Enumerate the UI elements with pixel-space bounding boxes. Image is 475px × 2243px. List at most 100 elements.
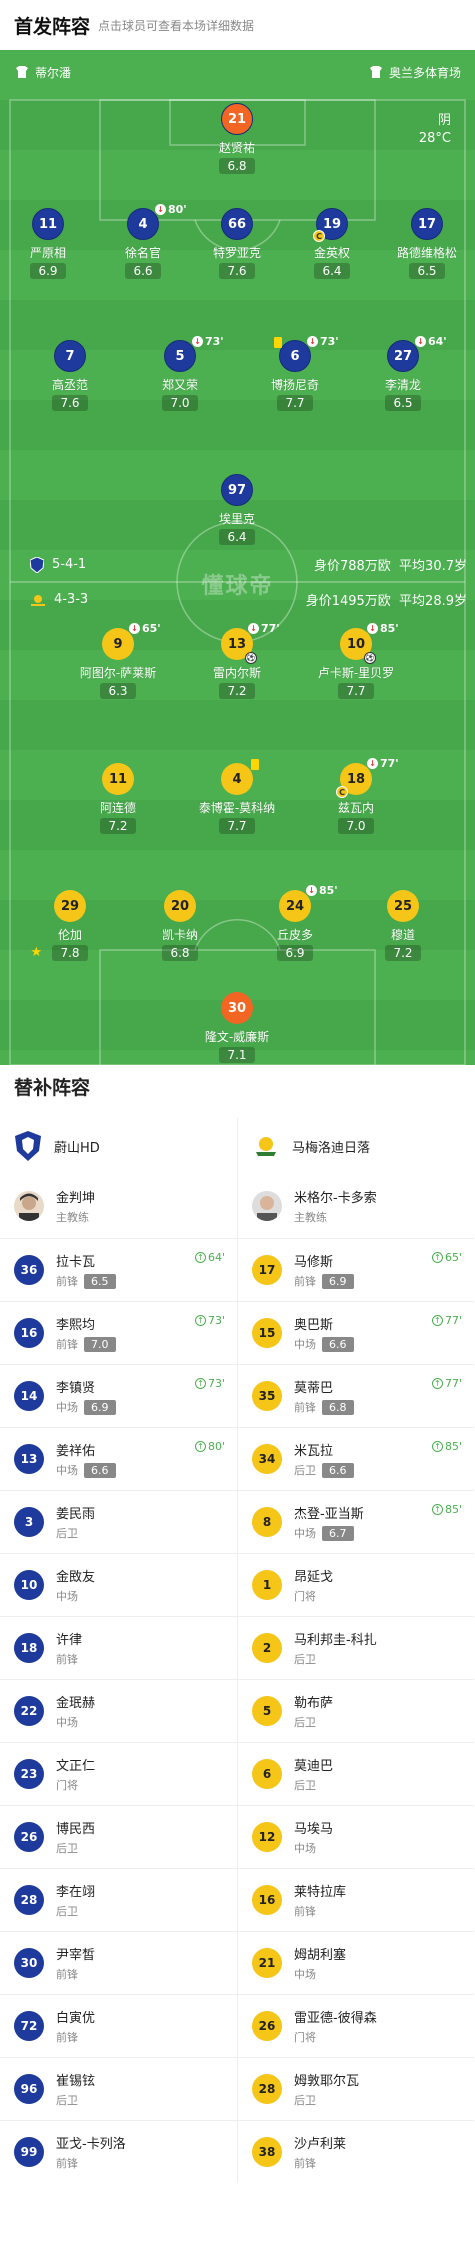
sub-off-indicator: ↓ 85' <box>306 884 338 897</box>
sub-on-time: 73' <box>207 1377 225 1390</box>
bench-player-row[interactable]: 16 李熙均 前锋 7.0 ↑ 73' <box>0 1301 237 1364</box>
player-number: 4 <box>138 216 148 232</box>
bench-player-row[interactable]: 38 沙卢利莱 前锋 <box>238 2120 474 2183</box>
bench-player-row[interactable]: 6 莫迪巴 后卫 <box>238 1742 474 1805</box>
away-player-10[interactable]: 10 ⚽ ↓ 85' 卢卡斯-里贝罗 7.7 <box>296 622 416 699</box>
player-number: 3 <box>14 1507 44 1537</box>
bench-player-row[interactable]: 17 马修斯 前锋 6.9 ↑ 65' <box>238 1238 474 1301</box>
player-position: 后卫 <box>56 2094 78 2107</box>
home-crest-icon <box>14 1131 42 1161</box>
pitch: 蒂尔潘 奥兰多体育场 阴 28°C 21 赵贤祐 6.8 11 严原相 6.9 … <box>0 50 475 1065</box>
player-number: 17 <box>252 1255 282 1285</box>
bench-player-row[interactable]: 30 尹宰皙 前锋 <box>0 1931 237 1994</box>
bench-player-row[interactable]: 36 拉卡瓦 前锋 6.5 ↑ 64' <box>0 1238 237 1301</box>
away-player-9[interactable]: 9 ↓ 65' 阿图尔-萨莱斯 6.3 <box>58 622 178 699</box>
player-position-row: 后卫 <box>56 1525 95 1541</box>
player-position: 前锋 <box>294 2157 316 2170</box>
sub-off-icon: ↓ <box>307 336 318 347</box>
away-player-30[interactable]: 30 隆文-威廉斯 7.1 <box>177 992 297 1063</box>
player-position: 后卫 <box>294 1716 316 1729</box>
away-coach-row[interactable]: 米格尔-卡多索 主教练 <box>238 1174 474 1238</box>
sub-on-time: 65' <box>444 1251 462 1264</box>
home-player-97[interactable]: 97 埃里克 6.4 <box>177 474 297 545</box>
bench-player-row[interactable]: 12 马埃马 中场 <box>238 1805 474 1868</box>
bench-player-row[interactable]: 35 莫蒂巴 前锋 6.8 ↑ 77' <box>238 1364 474 1427</box>
bench-player-row[interactable]: 8 杰登-亚当斯 中场 6.7 ↑ 85' <box>238 1490 474 1553</box>
home-player-17[interactable]: 17 路德维格松 6.5 <box>367 208 475 279</box>
bench-player-row[interactable]: 5 勒布萨 后卫 <box>238 1679 474 1742</box>
bench-player-row[interactable]: 3 姜民雨 后卫 <box>0 1490 237 1553</box>
sub-on-indicator: ↑ 65' <box>431 1251 462 1264</box>
bench-player-row[interactable]: 2 马利邦圭-科扎 后卫 <box>238 1616 474 1679</box>
player-name: 拉卡瓦 <box>56 1255 96 1270</box>
sub-on-icon: ↑ <box>194 1441 206 1452</box>
bench-player-row[interactable]: 72 白寅优 前锋 <box>0 1994 237 2057</box>
player-position: 前锋 <box>56 2031 78 2044</box>
bench-player-row[interactable]: 14 李镇贤 中场 6.9 ↑ 73' <box>0 1364 237 1427</box>
player-name: 莫迪巴 <box>294 1759 334 1774</box>
away-player-11[interactable]: 11 阿连德 7.2 <box>58 763 178 834</box>
bench-player-row[interactable]: 16 莱特拉库 前锋 <box>238 1868 474 1931</box>
player-rating: 6.9 <box>277 945 313 961</box>
bench-player-row[interactable]: 21 姆胡利塞 中场 <box>238 1931 474 1994</box>
home-player-6[interactable]: 6 ↓ 73' 博扬尼奇 7.7 <box>235 335 355 411</box>
bench-player-row[interactable]: 26 雷亚德-彼得森 门将 <box>238 1994 474 2057</box>
bench-player-row[interactable]: 96 崔锡铉 后卫 <box>0 2057 237 2120</box>
away-club-name: 马梅洛迪日落 <box>292 1140 371 1156</box>
away-team[interactable]: 奥兰多体育场 <box>368 64 461 81</box>
player-number: 11 <box>108 771 128 787</box>
player-name: 金珉赫 <box>56 1696 96 1711</box>
away-player-13[interactable]: 13 ⚽ ↓ 77' 雷内尔斯 7.2 <box>177 622 297 699</box>
home-team[interactable]: 蒂尔潘 <box>14 64 71 81</box>
player-rating: 6.8 <box>162 945 198 961</box>
away-player-25[interactable]: 25 穆道 7.2 <box>343 890 463 961</box>
bench-player-row[interactable]: 13 姜祥佑 中场 6.6 ↑ 80' <box>0 1427 237 1490</box>
bench-player-row[interactable]: 22 金珉赫 中场 <box>0 1679 237 1742</box>
away-player-24[interactable]: 24 ↓ 85' 丘皮多 6.9 <box>235 884 355 961</box>
home-club-row[interactable]: 蔚山HD <box>0 1118 237 1174</box>
bench-player-row[interactable]: 1 昂延戈 门将 <box>238 1553 474 1616</box>
sub-on-indicator: ↑ 85' <box>431 1503 462 1516</box>
player-position-row: 前锋 <box>56 1651 82 1667</box>
player-rating: 6.8 <box>219 158 255 174</box>
bench-player-row[interactable]: 28 李在翊 后卫 <box>0 1868 237 1931</box>
home-player-21[interactable]: 21 赵贤祐 6.8 <box>177 103 297 174</box>
away-avg-age: 平均28.9岁 <box>399 594 467 609</box>
player-rating: 7.7 <box>277 395 313 411</box>
player-position-row: 中场 <box>294 1966 346 1982</box>
team-row: 蒂尔潘 奥兰多体育场 <box>14 62 461 82</box>
subs-title: 替补阵容 <box>14 1077 91 1099</box>
player-number: 99 <box>14 2137 44 2167</box>
away-team-name: 奥兰多体育场 <box>388 65 461 80</box>
player-name: 丘皮多 <box>276 928 313 942</box>
sub-on-indicator: ↑ 85' <box>431 1440 462 1453</box>
bench-player-row[interactable]: 28 姆敦耶尔瓦 后卫 <box>238 2057 474 2120</box>
away-player-20[interactable]: 20 凯卡纳 6.8 <box>120 890 240 961</box>
player-position-row: 门将 <box>294 1588 333 1604</box>
away-player-4[interactable]: 4 泰博霍-莫科纳 7.7 <box>177 759 297 834</box>
home-player-27[interactable]: 27 ↓ 64' 李清龙 6.5 <box>343 335 463 411</box>
sub-off-icon: ↓ <box>306 885 317 896</box>
player-rating: 6.7 <box>322 1525 354 1541</box>
lineup-page: 首发阵容 点击球员可查看本场详细数据 蒂尔潘 奥兰多体育场 阴 28°C 21 … <box>0 0 475 2243</box>
away-club-row[interactable]: 马梅洛迪日落 <box>238 1118 474 1174</box>
player-position: 后卫 <box>294 2094 316 2107</box>
weather-condition: 阴 <box>437 113 451 128</box>
player-rating: 7.2 <box>219 683 255 699</box>
player-name: 许律 <box>56 1633 83 1648</box>
home-coach-row[interactable]: 金判坤 主教练 <box>0 1174 237 1238</box>
away-player-18[interactable]: 18 C ↓ 77' 兹瓦内 7.0 <box>296 757 416 834</box>
away-player-29[interactable]: 29 伦加 ★ 7.8 <box>10 890 130 961</box>
home-player-7[interactable]: 7 高丞范 7.6 <box>10 340 130 411</box>
bench-player-row[interactable]: 18 许律 前锋 <box>0 1616 237 1679</box>
bench-player-row[interactable]: 23 文正仁 门将 <box>0 1742 237 1805</box>
bench-player-row[interactable]: 10 金敃友 中场 <box>0 1553 237 1616</box>
player-position: 前锋 <box>294 1905 316 1918</box>
bench-player-row[interactable]: 15 奥巴斯 中场 6.6 ↑ 77' <box>238 1301 474 1364</box>
bench-player-row[interactable]: 99 亚戈-卡列洛 前锋 <box>0 2120 237 2183</box>
player-name: 勒布萨 <box>294 1696 334 1711</box>
captain-icon: C <box>336 786 348 798</box>
bench-player-row[interactable]: 26 博民西 后卫 <box>0 1805 237 1868</box>
bench-player-row[interactable]: 34 米瓦拉 后卫 6.6 ↑ 85' <box>238 1427 474 1490</box>
home-player-5[interactable]: 5 ↓ 73' 郑又荣 7.0 <box>120 335 240 411</box>
